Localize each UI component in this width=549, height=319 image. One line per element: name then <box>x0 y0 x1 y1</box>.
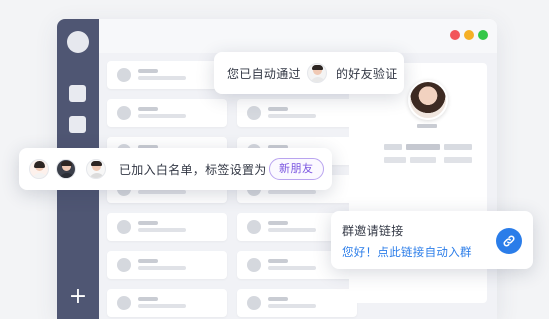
tag-badge-new-friend[interactable]: 新朋友 <box>269 158 324 180</box>
invite-link-text[interactable]: 您好！点此链接自动入群 <box>342 244 472 260</box>
user-avatar-icon <box>307 63 327 83</box>
profile-name-placeholder <box>417 124 437 128</box>
close-dot[interactable] <box>450 30 460 40</box>
profile-field-placeholder <box>444 144 472 150</box>
sidebar-item-contacts[interactable] <box>69 116 86 133</box>
user-avatar-icon <box>86 159 106 179</box>
title-bar <box>99 19 497 53</box>
maximize-dot[interactable] <box>478 30 488 40</box>
list-item[interactable] <box>237 289 357 317</box>
whitelist-text: 已加入白名单，标签设置为 <box>119 163 267 177</box>
profile-field-placeholder <box>384 157 406 163</box>
list-item[interactable] <box>107 213 227 241</box>
plus-icon[interactable]: + <box>68 286 88 308</box>
profile-field-placeholder <box>406 144 440 150</box>
profile-field-placeholder <box>444 157 472 163</box>
invite-toast: 群邀请链接 您好！点此链接自动入群 <box>331 211 533 269</box>
list-item[interactable] <box>237 99 357 127</box>
verify-text-before: 您已自动通过 <box>227 67 301 81</box>
verify-toast: 您已自动通过 的好友验证 <box>214 52 404 94</box>
profile-avatar <box>408 80 448 120</box>
list-item[interactable] <box>107 251 227 279</box>
minimize-dot[interactable] <box>464 30 474 40</box>
list-item[interactable] <box>107 99 227 127</box>
profile-field-placeholder <box>384 144 402 150</box>
verify-text-after: 的好友验证 <box>336 67 398 81</box>
profile-field-placeholder <box>410 157 436 163</box>
sidebar-avatar[interactable] <box>67 31 89 53</box>
user-avatar-icon <box>56 159 76 179</box>
user-avatar-icon <box>29 159 49 179</box>
link-icon[interactable] <box>496 228 522 254</box>
list-item[interactable] <box>107 289 227 317</box>
sidebar-item-chats[interactable] <box>69 85 86 102</box>
invite-title: 群邀请链接 <box>342 224 404 238</box>
whitelist-toast: 已加入白名单，标签设置为 新朋友 <box>19 148 332 190</box>
list-item[interactable] <box>107 61 227 89</box>
